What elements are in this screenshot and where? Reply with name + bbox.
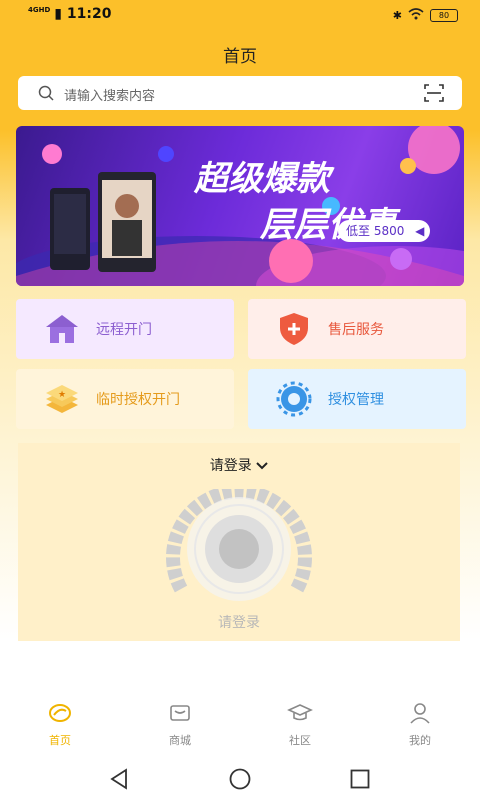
- tab-community[interactable]: 社区: [260, 702, 340, 748]
- network-type: 4GHD: [28, 6, 51, 14]
- temp-authorize-card[interactable]: ★ 临时授权开门: [16, 369, 234, 429]
- login-hint: 请登录: [218, 615, 260, 631]
- banner-price-tag: 低至 5800 ◀: [338, 220, 431, 242]
- promo-banner[interactable]: 超级爆款 层层优惠 低至 5800 ◀: [16, 126, 464, 286]
- account-label: 请登录: [209, 458, 252, 474]
- tab-profile[interactable]: 我的: [380, 702, 460, 748]
- after-sales-card[interactable]: 售后服务: [248, 299, 466, 359]
- tab-mall-label: 商城: [169, 734, 191, 747]
- search-bar[interactable]: 请输入搜索内容: [18, 76, 462, 110]
- banner-title: 超级爆款: [193, 159, 335, 199]
- chevron-down-icon: [256, 458, 268, 474]
- battery-icon: 80: [430, 9, 458, 22]
- system-nav-bar: [0, 756, 480, 800]
- back-icon[interactable]: [108, 768, 130, 790]
- scan-icon[interactable]: [424, 84, 444, 106]
- home-icon: [48, 704, 72, 728]
- svg-text:★: ★: [58, 390, 66, 400]
- page-title: 首页: [223, 47, 257, 67]
- recents-icon[interactable]: [350, 769, 370, 789]
- signal-icon: ▮: [54, 6, 63, 22]
- search-input[interactable]: 请输入搜索内容: [64, 85, 155, 104]
- tab-home[interactable]: 首页: [20, 702, 100, 748]
- status-bar: 4GHD ▮ 11:20 ✱ 80: [0, 0, 480, 30]
- remote-open-door-card[interactable]: 远程开门: [16, 299, 234, 359]
- mall-icon: [168, 705, 192, 728]
- tab-mall[interactable]: 商城: [140, 702, 220, 748]
- bottom-tab-bar: 首页 商城 社区 我的: [0, 694, 480, 756]
- shield-icon: [274, 311, 314, 347]
- tab-profile-label: 我的: [409, 734, 431, 747]
- community-icon: [287, 704, 313, 728]
- gear-icon: [274, 381, 314, 417]
- home-button-icon[interactable]: [228, 768, 252, 790]
- search-icon: [38, 85, 54, 105]
- layers-icon: ★: [42, 381, 82, 417]
- tab-community-label: 社区: [289, 734, 311, 747]
- tab-home-label: 首页: [49, 734, 71, 747]
- bluetooth-icon: ✱: [392, 9, 402, 22]
- banner-price: 低至 5800: [346, 224, 405, 238]
- house-icon: [42, 311, 82, 347]
- authorization-management-card[interactable]: 授权管理: [248, 369, 466, 429]
- wifi-icon: [408, 8, 424, 23]
- door-control-panel: 请登录 请登录: [18, 443, 460, 641]
- account-selector[interactable]: 请登录: [18, 455, 460, 475]
- status-time: 11:20: [66, 6, 112, 22]
- temp-authorize-label: 临时授权开门: [96, 392, 180, 408]
- authorization-management-label: 授权管理: [328, 392, 384, 408]
- play-icon: ◀: [415, 224, 425, 238]
- remote-open-door-label: 远程开门: [96, 322, 152, 338]
- after-sales-label: 售后服务: [328, 322, 384, 338]
- profile-icon: [408, 703, 432, 728]
